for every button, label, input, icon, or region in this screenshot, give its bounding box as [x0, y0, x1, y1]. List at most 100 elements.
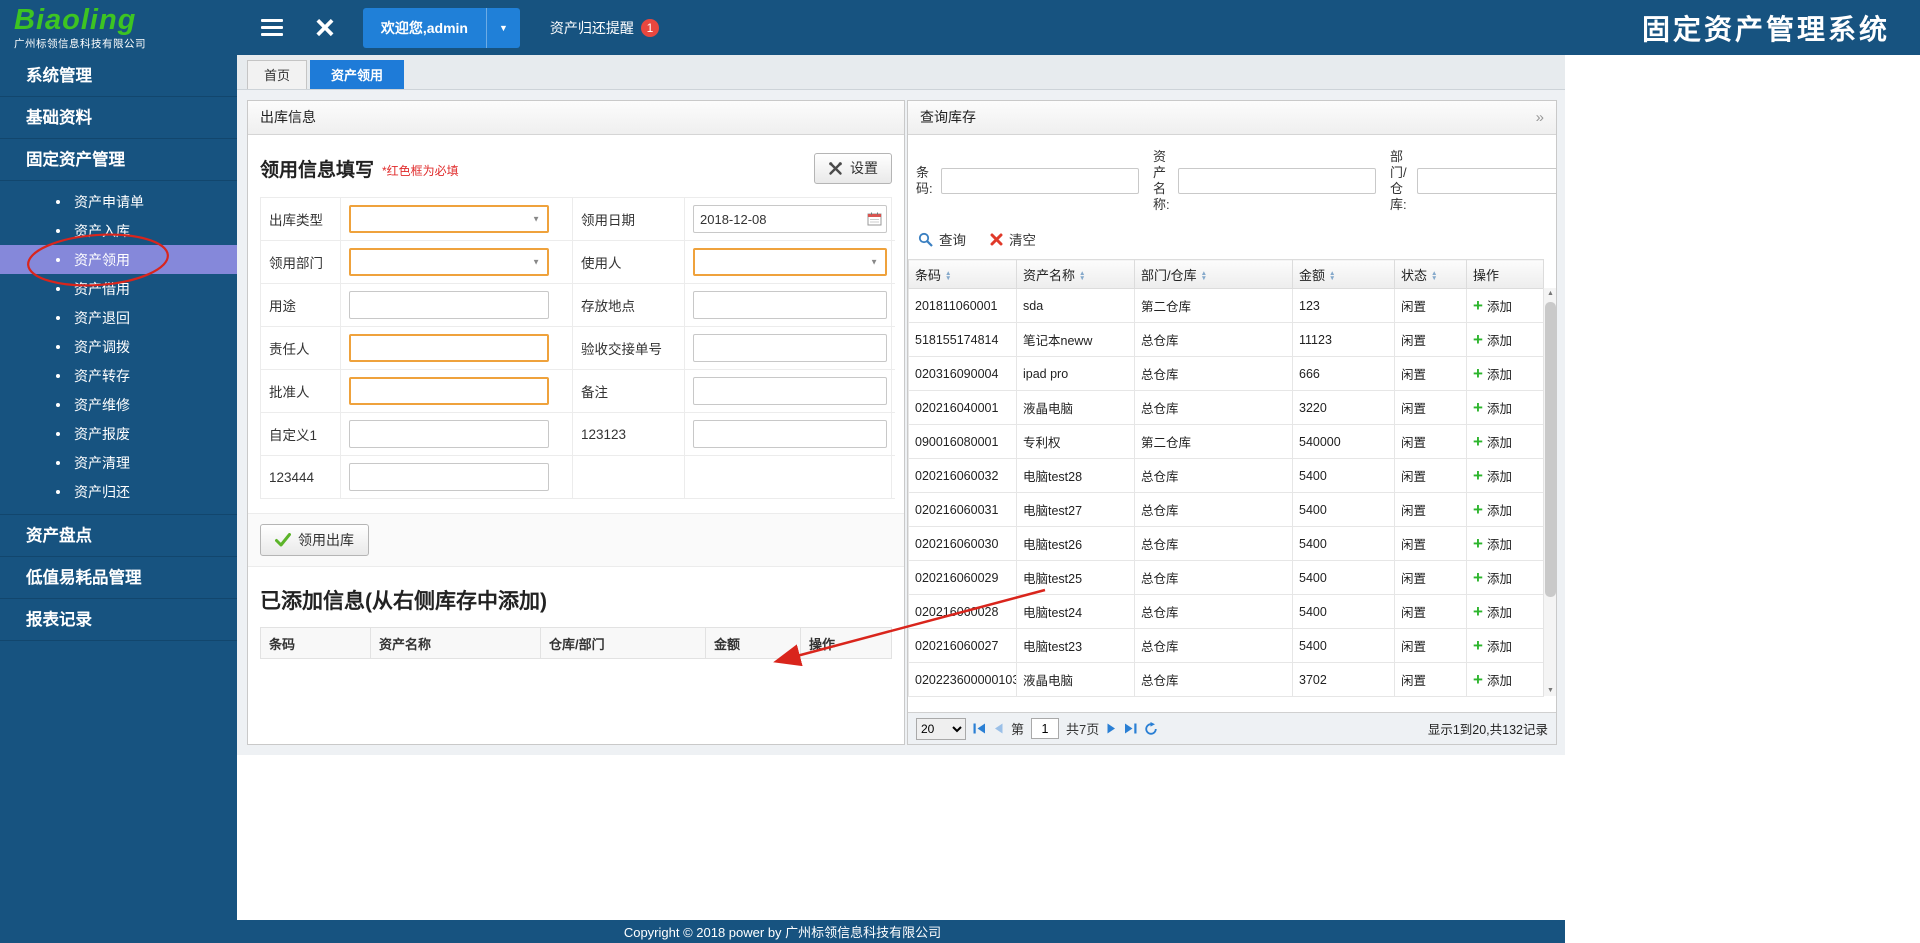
- plus-icon: +: [1473, 465, 1483, 485]
- barcode-label: 条码:: [916, 165, 933, 196]
- search-group-asset-name: 资产名称:: [1153, 149, 1376, 213]
- form-input[interactable]: [693, 420, 887, 448]
- column-header-dept-warehouse[interactable]: 部门/仓库: [1134, 259, 1293, 289]
- caret-down-icon: ▼: [870, 257, 878, 267]
- sidebar-subitem[interactable]: 资产退回: [0, 303, 237, 332]
- sidebar-subitem[interactable]: 资产维修: [0, 390, 237, 419]
- search-buttons-row: 查询 清空: [908, 219, 1556, 259]
- close-icon[interactable]: ×: [315, 11, 335, 45]
- sort-icon[interactable]: [1079, 271, 1085, 282]
- form-select[interactable]: ▼: [349, 248, 549, 276]
- sidebar-item-basic-data[interactable]: 基础资料: [0, 97, 237, 139]
- reminder-label: 资产归还提醒: [549, 19, 634, 36]
- form-input[interactable]: [693, 377, 887, 405]
- barcode-input[interactable]: [941, 168, 1139, 194]
- form-input[interactable]: [349, 291, 549, 319]
- inventory-search-form: 条码: 资产名称: 部门/仓库:: [908, 135, 1556, 219]
- page-number-input[interactable]: [1031, 718, 1060, 739]
- bullet-icon: [56, 460, 60, 465]
- sidebar-subitem[interactable]: 资产借用: [0, 274, 237, 303]
- plus-icon: +: [1473, 431, 1483, 451]
- caret-down-icon: ▼: [532, 257, 540, 267]
- form-input[interactable]: [349, 420, 549, 448]
- sidebar-subitem[interactable]: 资产入库: [0, 216, 237, 245]
- panel-title: 查询库存: [920, 109, 976, 125]
- inventory-row: 020316090004 ipad pro 总仓库 666 闲置 + 添加: [908, 356, 1544, 391]
- form-select[interactable]: ▼: [693, 248, 887, 276]
- add-button[interactable]: + 添加: [1473, 534, 1512, 553]
- add-button[interactable]: + 添加: [1473, 398, 1512, 417]
- column-header-status[interactable]: 状态: [1394, 259, 1467, 289]
- vertical-scrollbar[interactable]: ▲ ▼: [1543, 288, 1556, 696]
- add-button[interactable]: + 添加: [1473, 364, 1512, 383]
- form-input[interactable]: [693, 334, 887, 362]
- column-header-barcode: 条码: [260, 627, 371, 659]
- date-input[interactable]: [693, 205, 887, 233]
- last-page-button[interactable]: [1124, 723, 1137, 734]
- sidebar-subitem[interactable]: 资产报废: [0, 419, 237, 448]
- add-button[interactable]: + 添加: [1473, 636, 1512, 655]
- sidebar-subitem[interactable]: 资产申请单: [0, 187, 237, 216]
- settings-button[interactable]: 设置: [814, 152, 892, 184]
- add-button[interactable]: + 添加: [1473, 466, 1512, 485]
- sidebar-subitem[interactable]: 资产领用: [0, 245, 237, 274]
- sidebar-subitem[interactable]: 资产转存: [0, 361, 237, 390]
- add-button[interactable]: + 添加: [1473, 432, 1512, 451]
- add-button[interactable]: + 添加: [1473, 568, 1512, 587]
- form-label: 出库类型: [261, 198, 341, 241]
- add-button[interactable]: + 添加: [1473, 670, 1512, 689]
- checkout-button[interactable]: 领用出库: [260, 524, 369, 556]
- welcome-dropdown[interactable]: 欢迎您,admin ▼: [362, 7, 520, 48]
- sort-icon[interactable]: [1329, 271, 1335, 282]
- search-button[interactable]: 查询: [918, 229, 966, 249]
- page-size-select[interactable]: 20: [916, 717, 966, 740]
- sidebar-item-consumables-management[interactable]: 低值易耗品管理: [0, 557, 237, 599]
- scroll-up-icon[interactable]: ▲: [1544, 290, 1557, 297]
- add-button[interactable]: + 添加: [1473, 602, 1512, 621]
- column-header-barcode[interactable]: 条码: [908, 259, 1017, 289]
- sidebar-subitem[interactable]: 资产调拨: [0, 332, 237, 361]
- asset-name-input[interactable]: [1178, 168, 1376, 194]
- dept-warehouse-input[interactable]: [1417, 168, 1556, 194]
- scrollbar-thumb[interactable]: [1545, 302, 1556, 597]
- sidebar-item-report-records[interactable]: 报表记录: [0, 599, 237, 641]
- sort-icon[interactable]: [1201, 271, 1207, 282]
- tab-home[interactable]: 首页: [247, 60, 308, 89]
- next-page-button[interactable]: [1106, 723, 1117, 734]
- sidebar-subitem[interactable]: 资产归还: [0, 477, 237, 506]
- column-header-asset-name[interactable]: 资产名称: [1016, 259, 1135, 289]
- collapse-icon[interactable]: »: [1536, 101, 1544, 134]
- form-input[interactable]: [349, 377, 549, 405]
- add-button[interactable]: + 添加: [1473, 296, 1512, 315]
- return-reminder-link[interactable]: 资产归还提醒 1: [550, 18, 659, 38]
- add-button[interactable]: + 添加: [1473, 500, 1512, 519]
- add-button[interactable]: + 添加: [1473, 330, 1512, 349]
- amount-cell: 3702: [1292, 662, 1395, 697]
- inventory-row: 201811060001 sda 第二仓库 123 闲置 + 添加: [908, 288, 1544, 323]
- barcode-cell: 518155174814: [908, 322, 1017, 357]
- reminder-count-badge: 1: [640, 18, 659, 37]
- refresh-icon[interactable]: [1144, 721, 1158, 736]
- clear-button[interactable]: 清空: [990, 229, 1036, 249]
- sidebar-subitem[interactable]: 资产清理: [0, 448, 237, 477]
- form-select[interactable]: ▼: [349, 205, 549, 233]
- scroll-down-icon[interactable]: ▼: [1544, 687, 1557, 694]
- menu-icon[interactable]: [261, 19, 283, 36]
- nav-label: 固定资产管理: [26, 151, 125, 169]
- column-header-amount[interactable]: 金额: [1292, 259, 1395, 289]
- sidebar-item-fixed-asset-management[interactable]: 固定资产管理: [0, 139, 237, 181]
- sidebar-item-asset-inventory[interactable]: 资产盘点: [0, 515, 237, 557]
- outbound-panel-body: 领用信息填写 *红色框为必填 设置 出库类型 ▼ 领用日期领用部门 ▼ 使用人 ▼ 用途 存放…: [248, 151, 904, 659]
- calendar-icon[interactable]: [867, 212, 882, 226]
- first-page-button[interactable]: [973, 723, 986, 734]
- form-input[interactable]: [349, 334, 549, 362]
- tab-asset-requisition[interactable]: 资产领用: [310, 60, 405, 89]
- sidebar-item-system-management[interactable]: 系统管理: [0, 55, 237, 97]
- sort-icon[interactable]: [1431, 271, 1437, 282]
- sort-icon[interactable]: [945, 271, 951, 282]
- form-input[interactable]: [349, 463, 549, 491]
- prev-page-button[interactable]: [993, 723, 1004, 734]
- form-input[interactable]: [693, 291, 887, 319]
- barcode-cell: 090016080001: [908, 424, 1017, 459]
- plus-icon: +: [1473, 295, 1483, 315]
